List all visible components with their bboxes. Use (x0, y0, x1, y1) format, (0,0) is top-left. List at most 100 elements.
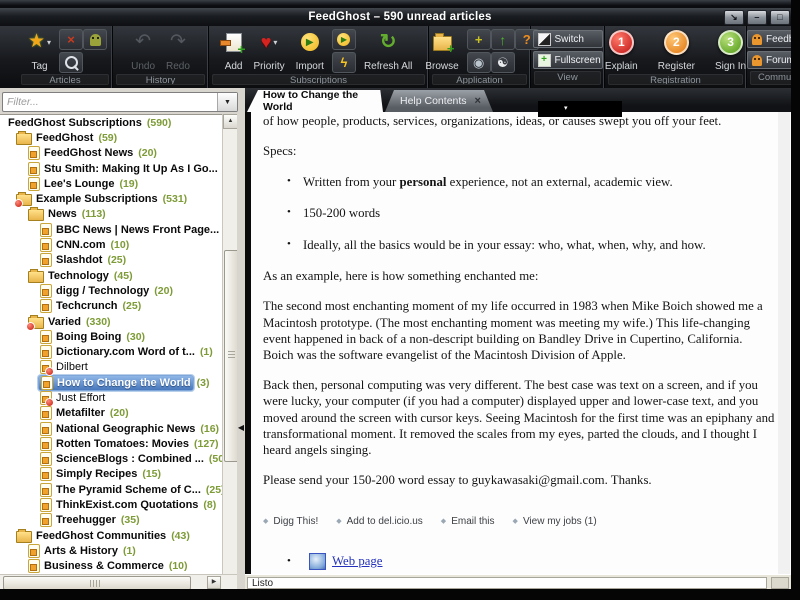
folder-icon (16, 528, 32, 543)
footer-link[interactable]: ◆ Email this (441, 516, 495, 529)
feed-icon (40, 329, 52, 344)
status-bar: Listo (245, 574, 791, 590)
globe-icon (309, 552, 326, 570)
tab-help-contents[interactable]: Help Contents × (385, 90, 493, 112)
scroll-right-button[interactable]: ▶ (207, 576, 221, 589)
tree-item[interactable]: Technology (45) (0, 268, 222, 283)
tree-item[interactable]: FeedGhost Subscriptions (590) (0, 115, 222, 130)
tree-item[interactable]: Simply Recipes (15) (0, 467, 222, 482)
theme-button[interactable]: ☯ (490, 52, 515, 73)
tree-item[interactable]: digg / Technology (20) (0, 283, 222, 298)
tree-item[interactable]: CNN.com (10) (0, 237, 222, 253)
footer-link[interactable]: ◆ View my jobs (1) (513, 516, 597, 529)
unread-count: (10) (110, 239, 130, 252)
tree-item[interactable]: Just Effort (0, 390, 222, 407)
tree-vertical-scrollbar[interactable]: ▲ (222, 114, 239, 574)
add-subscription-button[interactable]: Add (219, 29, 246, 73)
collapse-sidebar-button[interactable]: ◀ (237, 419, 245, 437)
minimize-button[interactable]: – (747, 10, 767, 25)
footer-link[interactable]: ◆ Add to del.icio.us (336, 516, 423, 529)
search-icon (64, 56, 78, 69)
tree-item-label: National Geographic News (56, 422, 196, 435)
ribbon-group-articles: ★ ▾ Tag × Articles (18, 26, 113, 88)
tree-item-label: Slashdot (56, 254, 103, 267)
tree-item[interactable]: Example Subscriptions (531) (0, 191, 222, 209)
tree-item[interactable]: FeedGhost News (20) (0, 146, 222, 161)
filter-input[interactable] (3, 93, 217, 111)
refresh-all-button[interactable]: ↻ Refresh All (361, 29, 415, 73)
content-scrollbar[interactable] (778, 112, 790, 574)
tree-horizontal-scrollbar[interactable]: ▶ (0, 574, 237, 590)
delete-article-button[interactable]: × (59, 29, 84, 50)
scroll-up-button[interactable]: ▲ (223, 114, 238, 129)
sidebar-splitter[interactable]: ◀ (237, 114, 245, 574)
tree-item[interactable]: Metafilter (20) (0, 406, 222, 421)
tree-item[interactable]: National Geographic News (16) (0, 421, 222, 436)
disc-button[interactable]: ◉ (466, 52, 491, 73)
fullscreen-button[interactable]: + Fullscreen (532, 51, 603, 69)
filter-dropdown-button[interactable]: ▼ (217, 93, 237, 111)
tree-item[interactable]: Slashdot (25) (0, 253, 222, 268)
search-articles-button[interactable] (59, 52, 84, 73)
tree-item-label: Techcrunch (56, 300, 118, 313)
tree-item[interactable]: ThinkExist.com Quotations (8) (0, 497, 222, 513)
group-caption-registration: Registration (608, 74, 743, 85)
register-button[interactable]: 2 Register (655, 29, 698, 73)
tree-item[interactable]: Boing Boing (30) (0, 329, 222, 344)
tree-item[interactable]: Dilbert (0, 360, 222, 377)
tree-item[interactable]: Techcrunch (25) (0, 299, 222, 314)
window-title: FeedGhost – 590 unread articles (308, 11, 492, 23)
horizontal-scroll-thumb[interactable] (3, 576, 191, 590)
undo-button[interactable]: ↶ Undo (128, 29, 158, 73)
footer-link[interactable]: ◆ Digg This! (263, 516, 318, 529)
unread-count: (43) (171, 529, 190, 542)
add-button-label: Add (224, 61, 243, 72)
add-page-icon (219, 32, 246, 57)
dock-window-button[interactable]: ↘ (724, 10, 744, 25)
tag-button[interactable]: ★ ▾ Tag (25, 29, 54, 73)
close-tab-icon[interactable]: × (475, 95, 481, 107)
tree-item-label: ThinkExist.com Quotations (56, 499, 199, 512)
feed-error-icon (40, 360, 54, 377)
tree-item-label: Metafilter (56, 407, 105, 420)
fullscreen-icon: + (537, 53, 551, 67)
import-button[interactable]: ▶ Import (293, 29, 327, 73)
tab-how-to-change-the-world[interactable]: How to Change the World (247, 90, 383, 112)
ribbon-toolbar: ★▾ Tag × Articles ↶ Undo ↷ Redo History (0, 26, 800, 88)
web-page-link[interactable]: Web page (332, 553, 383, 569)
tree-item[interactable]: Treehugger (35) (0, 513, 222, 528)
ribbon-group-view: Switch + Fullscreen View (531, 26, 605, 88)
tree-item[interactable]: BBC News | News Front Page...(78) (0, 222, 222, 237)
explain-button[interactable]: 1 Explain (602, 29, 641, 73)
unread-count: (20) (138, 147, 157, 160)
tree-item[interactable]: ScienceBlogs : Combined ... (50) (0, 452, 222, 467)
tree-item[interactable]: Lee's Lounge (19) (0, 176, 222, 191)
tree-item[interactable]: How to Change the World (3) (0, 374, 222, 391)
upload-button[interactable]: ↑ (490, 29, 515, 50)
browse-button[interactable]: Browse (422, 29, 461, 73)
play-feed-button[interactable]: ▶ (331, 29, 356, 50)
tree-item-label: FeedGhost News (44, 147, 134, 160)
filter-box: ▼ (2, 92, 238, 112)
priority-button[interactable]: ♥ ▾ Priority (250, 29, 287, 73)
tree-item[interactable]: Rotten Tomatoes: Movies (127) (0, 436, 222, 451)
sign-in-button[interactable]: 3 Sign In (712, 29, 749, 73)
question-icon: ? (522, 32, 531, 47)
tree-item[interactable]: Business & Commerce (10) (0, 559, 222, 574)
tree-item[interactable]: Arts & History (1) (0, 543, 222, 558)
spec-bullet: • Ideally, all the basics would be in you… (263, 237, 775, 253)
tree-item[interactable]: FeedGhost Communities (43) (0, 528, 222, 543)
maximize-button[interactable]: □ (770, 10, 790, 25)
tree-item[interactable]: Varied (330) (0, 314, 222, 331)
tree-item[interactable]: FeedGhost (59) (0, 130, 222, 145)
article-paragraphs: The second most enchanting moment of my … (263, 298, 775, 458)
ghost-badge-button[interactable] (83, 29, 108, 50)
switch-view-button[interactable]: Switch (532, 30, 603, 48)
quick-refresh-button[interactable]: ϟ (331, 52, 356, 73)
tree-item[interactable]: The Pyramid Scheme of C... (25) (0, 482, 222, 497)
redo-button[interactable]: ↷ Redo (163, 29, 193, 73)
move-button[interactable]: + (466, 29, 491, 50)
tree-item[interactable]: News (113) (0, 207, 222, 222)
tree-item[interactable]: Stu Smith: Making It Up As I Go...(20) (0, 161, 222, 176)
tree-item[interactable]: Dictionary.com Word of t... (1) (0, 344, 222, 360)
